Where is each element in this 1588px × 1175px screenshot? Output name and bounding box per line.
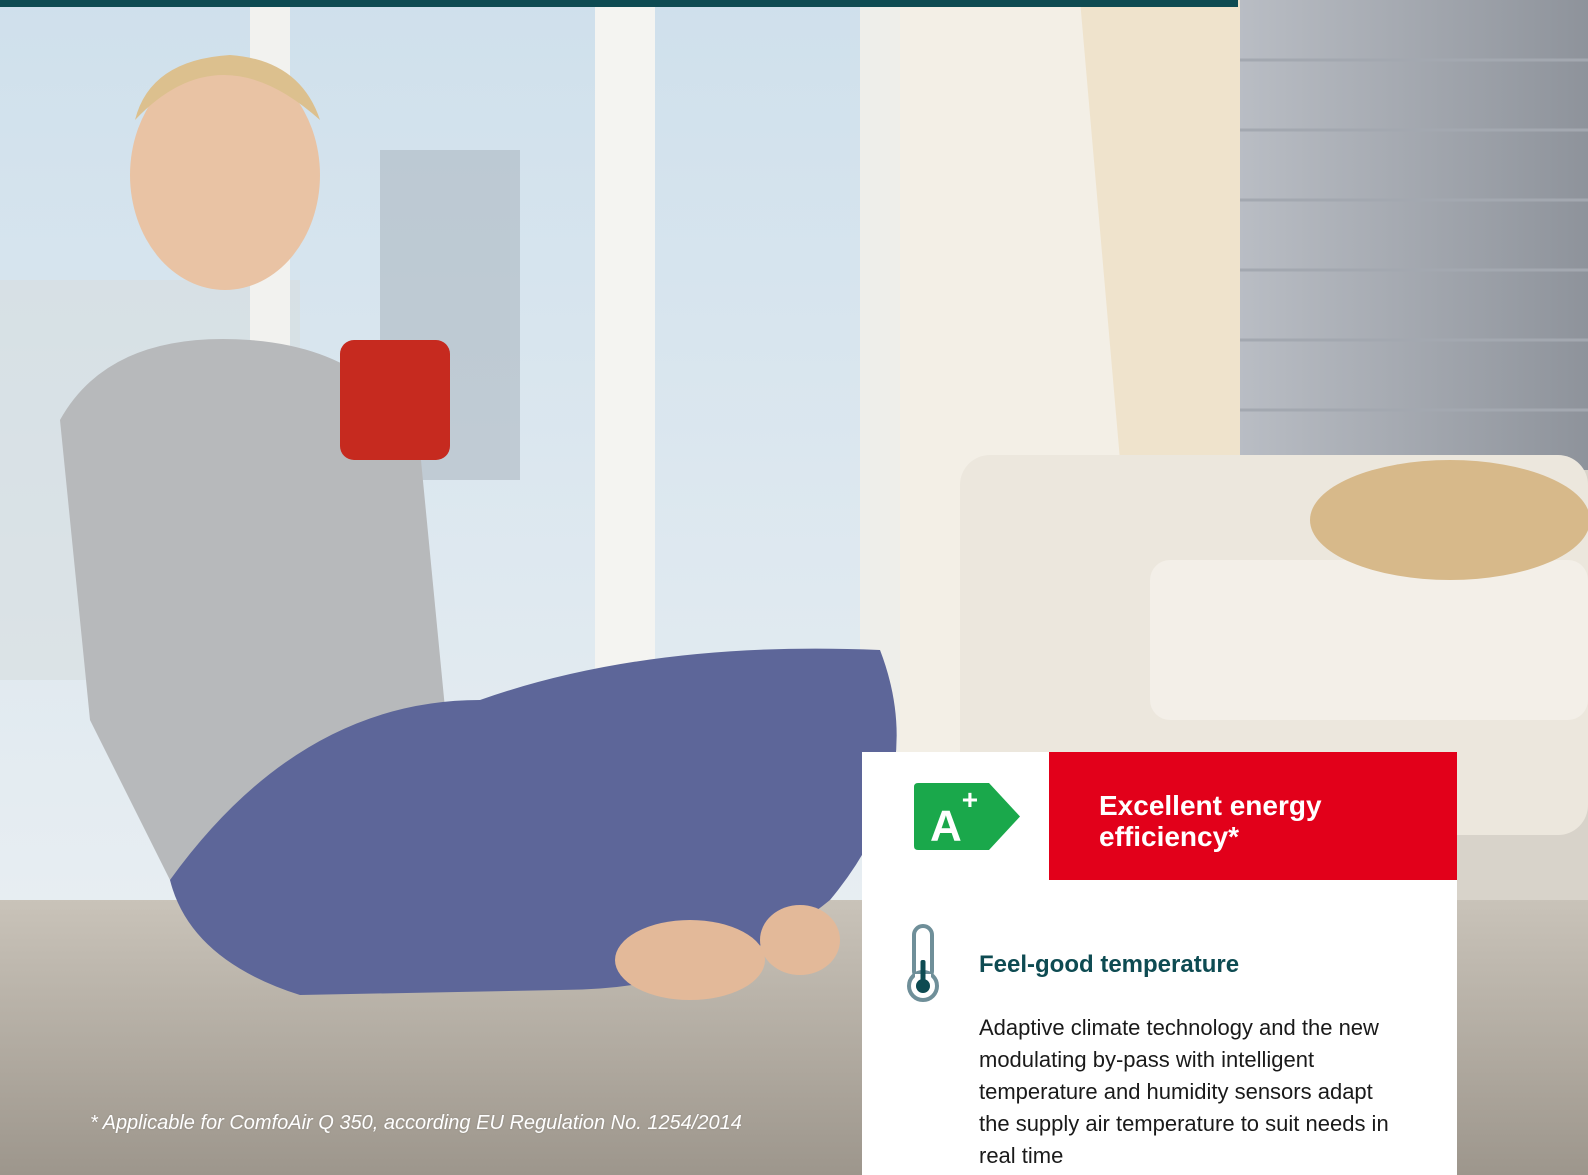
feature-body: Adaptive climate technology and the new … [979,1015,1389,1168]
energy-class: A+ [930,784,978,854]
feature-card: A+ Excellent energy efficiency* Feel-goo… [862,752,1457,1175]
energy-class-letter: A [930,801,962,851]
energy-class-plus: + [961,784,979,815]
headline-box: Excellent energy efficiency* [1049,752,1457,880]
feature-title: Feel-good temperature [979,951,1240,978]
energy-label-badge: A+ [914,783,1021,851]
footnote: * Applicable for ComfoAir Q 350, accordi… [90,1112,742,1134]
top-accent-bar [0,0,1238,7]
headline: Excellent energy efficiency* [1099,790,1322,852]
thermometer-icon [907,924,939,1002]
